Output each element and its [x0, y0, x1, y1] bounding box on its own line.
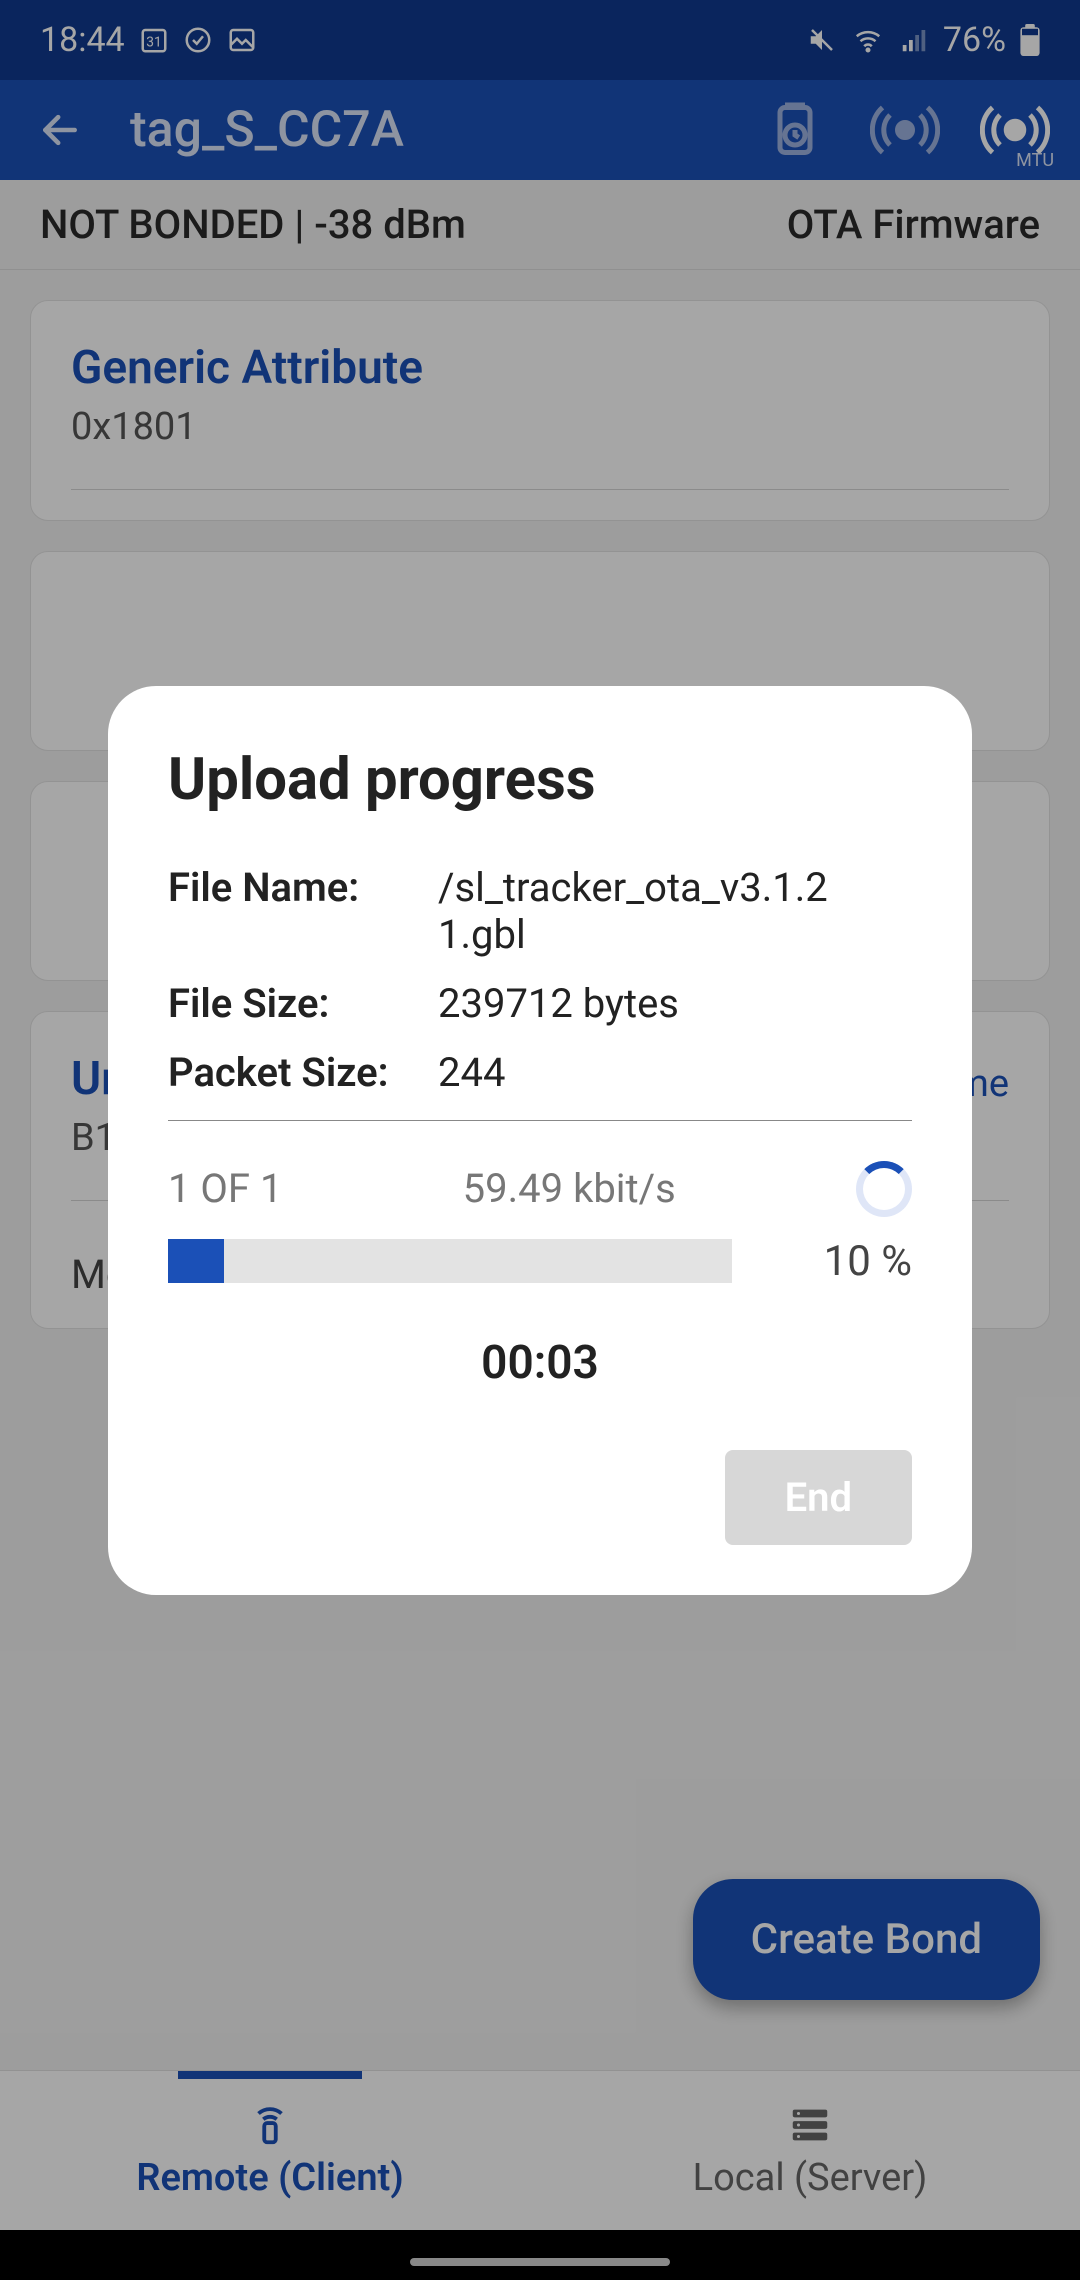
modal-overlay: Upload progress File Name: /sl_tracker_o…	[0, 0, 1080, 2280]
file-counter: 1 OF 1	[168, 1165, 282, 1212]
transfer-rate: 59.49 kbit/s	[463, 1165, 676, 1212]
elapsed-time: 00:03	[168, 1336, 912, 1390]
spinner-icon	[856, 1161, 912, 1217]
packetsize-label: Packet Size:	[168, 1049, 438, 1096]
system-nav-bar	[0, 2230, 1080, 2280]
packetsize-value: 244	[438, 1049, 912, 1096]
progress-percent: 10 %	[782, 1237, 912, 1286]
dialog-title: Upload progress	[168, 746, 912, 814]
divider	[168, 1120, 912, 1121]
progress-fill	[168, 1239, 224, 1283]
filename-value: /sl_tracker_ota_v3.1.2 1.gbl	[438, 864, 912, 958]
progress-bar	[168, 1239, 732, 1283]
filesize-label: File Size:	[168, 980, 438, 1027]
filesize-value: 239712 bytes	[438, 980, 912, 1027]
filename-label: File Name:	[168, 864, 438, 958]
upload-progress-dialog: Upload progress File Name: /sl_tracker_o…	[108, 686, 972, 1595]
gesture-handle[interactable]	[410, 2258, 670, 2266]
end-button[interactable]: End	[725, 1450, 912, 1545]
